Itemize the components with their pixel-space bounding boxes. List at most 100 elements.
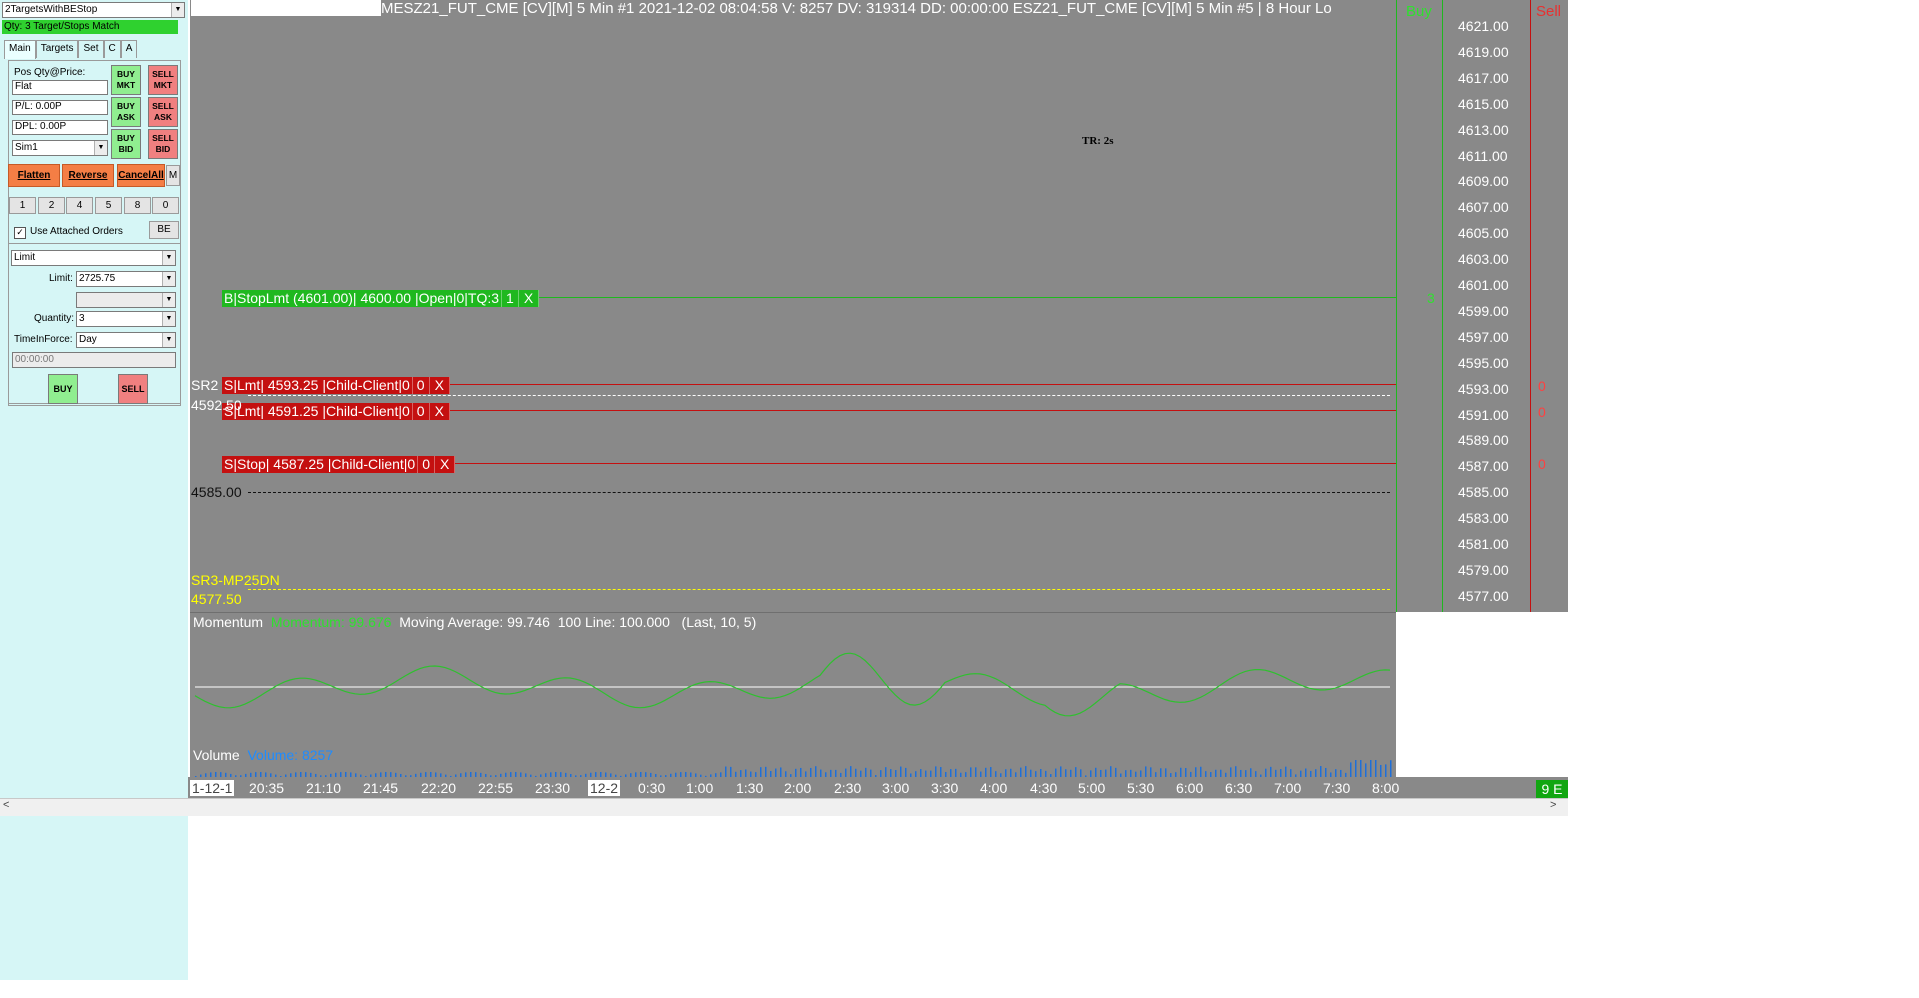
good-till-time-input[interactable]: 00:00:00 <box>12 352 176 368</box>
volume-bar <box>865 767 867 777</box>
sell-order-qty[interactable]: 0 <box>1538 456 1546 472</box>
sell-order-qty[interactable]: 0 <box>1538 378 1546 394</box>
price-tick-label: 4585.00 <box>1458 484 1509 501</box>
volume-bar <box>730 766 732 777</box>
moving-average-value: Moving Average: 99.746 <box>399 614 550 630</box>
tab-set[interactable]: Set <box>78 40 104 58</box>
volume-bar <box>905 767 907 777</box>
time-in-force-select[interactable]: Day ▼ <box>76 332 176 348</box>
quantity-input[interactable]: 3 ▼ <box>76 311 176 327</box>
buy-bid-label-2: BID <box>118 144 134 154</box>
time-tick-label: 21:10 <box>306 780 342 796</box>
stop-price-input[interactable]: ▼ <box>76 292 176 308</box>
status-badge: Qty: 3 Target/Stops Match <box>2 20 178 34</box>
sell-order-qty[interactable]: 0 <box>1538 404 1546 420</box>
time-tick-label: 0:30 <box>638 780 666 796</box>
buy-market-button[interactable]: BUY MKT <box>111 65 141 95</box>
sell-limit-order-tag[interactable]: S|Lmt| 4593.25 |Child-Client|0 0 X <box>222 377 450 394</box>
volume-bar <box>1080 769 1082 777</box>
volume-bar <box>1315 769 1317 777</box>
volume-bar <box>1375 760 1377 777</box>
chevron-down-icon[interactable]: ▼ <box>162 293 175 307</box>
momentum-tick-label: 99.340 <box>1400 725 1443 741</box>
sell-ask-button[interactable]: SELL ASK <box>148 97 178 127</box>
horizontal-scrollbar[interactable]: < > <box>0 798 1568 816</box>
scroll-left-icon[interactable]: < <box>3 799 9 811</box>
volume-bar <box>810 767 812 777</box>
qty-button-5[interactable]: 5 <box>95 197 122 214</box>
account-value: Sim1 <box>15 142 38 153</box>
volume-bar <box>1040 769 1042 777</box>
buy-column-header: Buy <box>1406 3 1432 20</box>
momentum-tick-label: 100.330 <box>1400 657 1451 673</box>
close-icon[interactable]: X <box>435 456 456 473</box>
price-tick-label: 4597.00 <box>1458 328 1509 345</box>
cancel-all-button[interactable]: CancelAll <box>117 164 165 187</box>
sell-limit-order-tag[interactable]: S|Lmt| 4591.25 |Child-Client|0 0 X <box>222 403 450 420</box>
sell-bid-button[interactable]: SELL BID <box>148 129 178 159</box>
buy-bid-button[interactable]: BUY BID <box>111 129 141 159</box>
time-tick-label: 4:00 <box>980 780 1008 796</box>
chevron-down-icon[interactable]: ▼ <box>171 3 184 17</box>
price-tick-label: 4619.00 <box>1458 43 1509 60</box>
chevron-down-icon[interactable]: ▼ <box>162 333 175 347</box>
sell-column-divider <box>1530 0 1531 612</box>
scroll-right-icon[interactable]: > <box>1550 799 1556 811</box>
time-tick-label: 5:00 <box>1078 780 1106 796</box>
chart-search-input[interactable] <box>191 0 381 16</box>
volume-bar <box>1105 769 1107 777</box>
volume-bar <box>1220 769 1222 777</box>
tab-c[interactable]: C <box>103 40 121 58</box>
volume-bar <box>780 767 782 777</box>
price-tick-label: 4605.00 <box>1458 225 1509 242</box>
qty-button-4[interactable]: 4 <box>66 197 93 214</box>
volume-bar <box>1370 760 1372 777</box>
order-tag-qty[interactable]: 0 <box>418 456 436 473</box>
volume-bar <box>975 767 977 777</box>
volume-bar <box>1240 769 1242 777</box>
qty-button-1[interactable]: 1 <box>9 197 36 214</box>
strategy-select[interactable]: 2TargetsWithBEStop ▼ <box>2 2 185 18</box>
volume-bar <box>1160 768 1162 777</box>
use-attached-orders-checkbox[interactable]: ✓ <box>14 227 26 239</box>
qty-button-2[interactable]: 2 <box>38 197 65 214</box>
sell-market-button[interactable]: SELL MKT <box>148 65 178 95</box>
qty-button-0[interactable]: 0 <box>152 197 179 214</box>
chevron-down-icon[interactable]: ▼ <box>162 272 175 286</box>
use-attached-orders-label: Use Attached Orders <box>30 226 123 237</box>
momentum-plot <box>194 652 1391 717</box>
chevron-down-icon[interactable]: ▼ <box>162 312 175 326</box>
volume-bar <box>1335 769 1337 777</box>
buy-order-qty[interactable]: 3 <box>1427 290 1435 306</box>
sell-stop-order-tag[interactable]: S|Stop| 4587.25 |Child-Client|0 0 X <box>222 456 456 473</box>
buy-stop-order-tag[interactable]: B|StopLmt (4601.00)| 4600.00 |Open|0|TQ:… <box>222 290 540 307</box>
momentum-study-name: Momentum <box>193 614 264 630</box>
sr3-label: SR3-MP25DN <box>191 572 280 588</box>
chevron-down-icon[interactable]: ▼ <box>94 141 107 155</box>
limit-price-input[interactable]: 2725.75 ▼ <box>76 271 176 287</box>
buy-button[interactable]: BUY <box>48 374 78 404</box>
buy-ask-button[interactable]: BUY ASK <box>111 97 141 127</box>
order-tag-qty[interactable]: 0 <box>413 377 430 394</box>
price-tick-label: 4595.00 <box>1458 354 1509 371</box>
m-button[interactable]: M <box>166 165 180 186</box>
sell-button[interactable]: SELL <box>118 374 148 404</box>
order-tag-qty[interactable]: 1 <box>502 290 519 307</box>
order-type-select[interactable]: Limit ▼ <box>11 250 176 266</box>
qty-button-8[interactable]: 8 <box>124 197 151 214</box>
chevron-down-icon[interactable]: ▼ <box>162 251 175 265</box>
breakeven-button[interactable]: BE <box>149 221 179 239</box>
flatten-button[interactable]: Flatten <box>8 164 60 187</box>
account-select[interactable]: Sim1 ▼ <box>12 140 108 156</box>
order-tag-qty[interactable]: 0 <box>413 403 430 420</box>
close-icon[interactable]: X <box>430 377 450 394</box>
volume-bar <box>740 770 742 777</box>
close-icon[interactable]: X <box>519 290 540 307</box>
reverse-button[interactable]: Reverse <box>62 164 114 187</box>
momentum-value: Momentum: 99.676 <box>270 614 392 630</box>
tab-a[interactable]: A <box>120 40 138 58</box>
close-icon[interactable]: X <box>430 403 450 420</box>
tab-main[interactable]: Main <box>4 40 36 59</box>
volume-bar <box>1055 768 1057 777</box>
tab-targets[interactable]: Targets <box>35 40 79 58</box>
